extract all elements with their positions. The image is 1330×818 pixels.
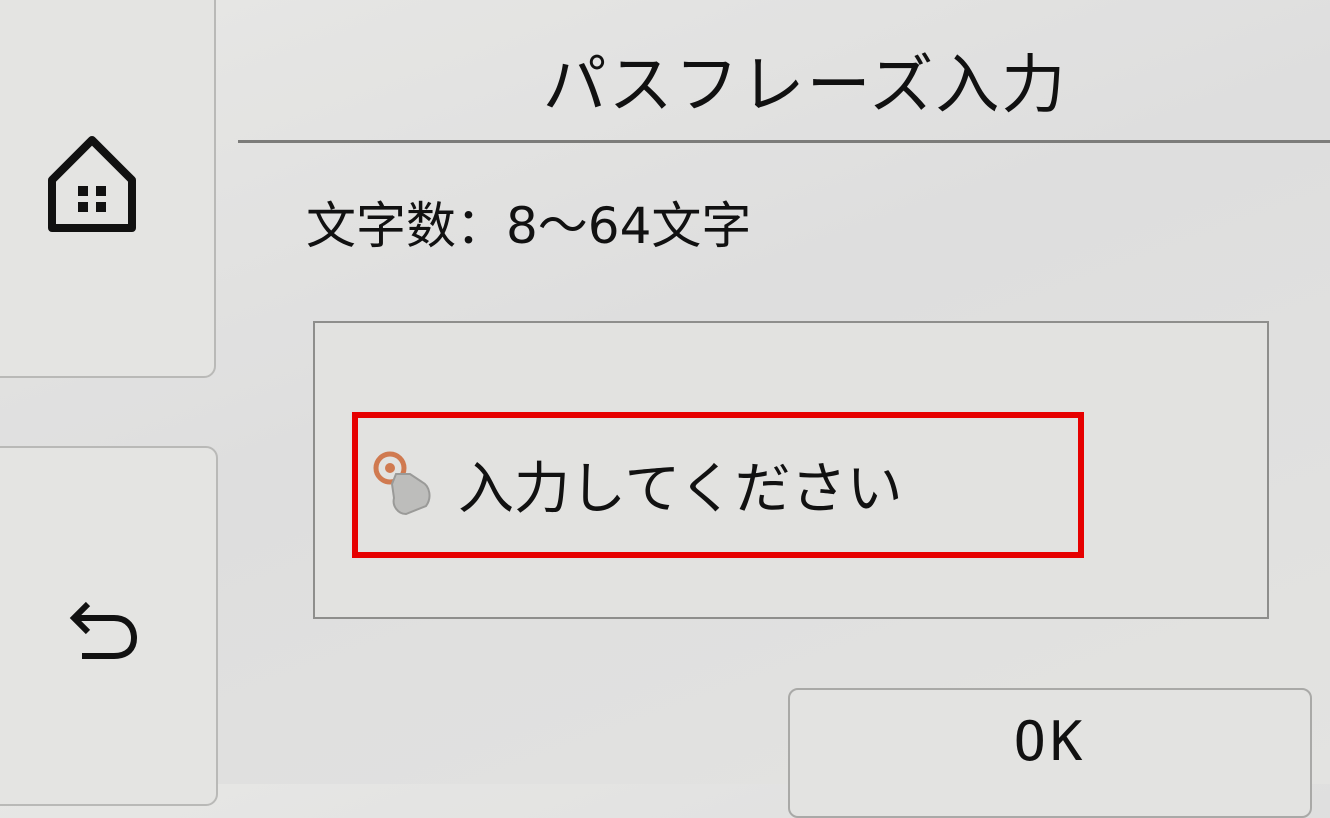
home-icon — [48, 136, 136, 232]
title-divider — [238, 140, 1330, 143]
ok-label: OK — [1013, 710, 1087, 773]
highlight-box — [352, 412, 1084, 558]
back-arrow-icon — [69, 601, 138, 659]
page-title: パスフレーズ入力 — [542, 49, 1068, 123]
length-requirement: 文字数：8～64文字 — [306, 197, 752, 255]
ok-button[interactable]: OK — [788, 688, 1312, 818]
